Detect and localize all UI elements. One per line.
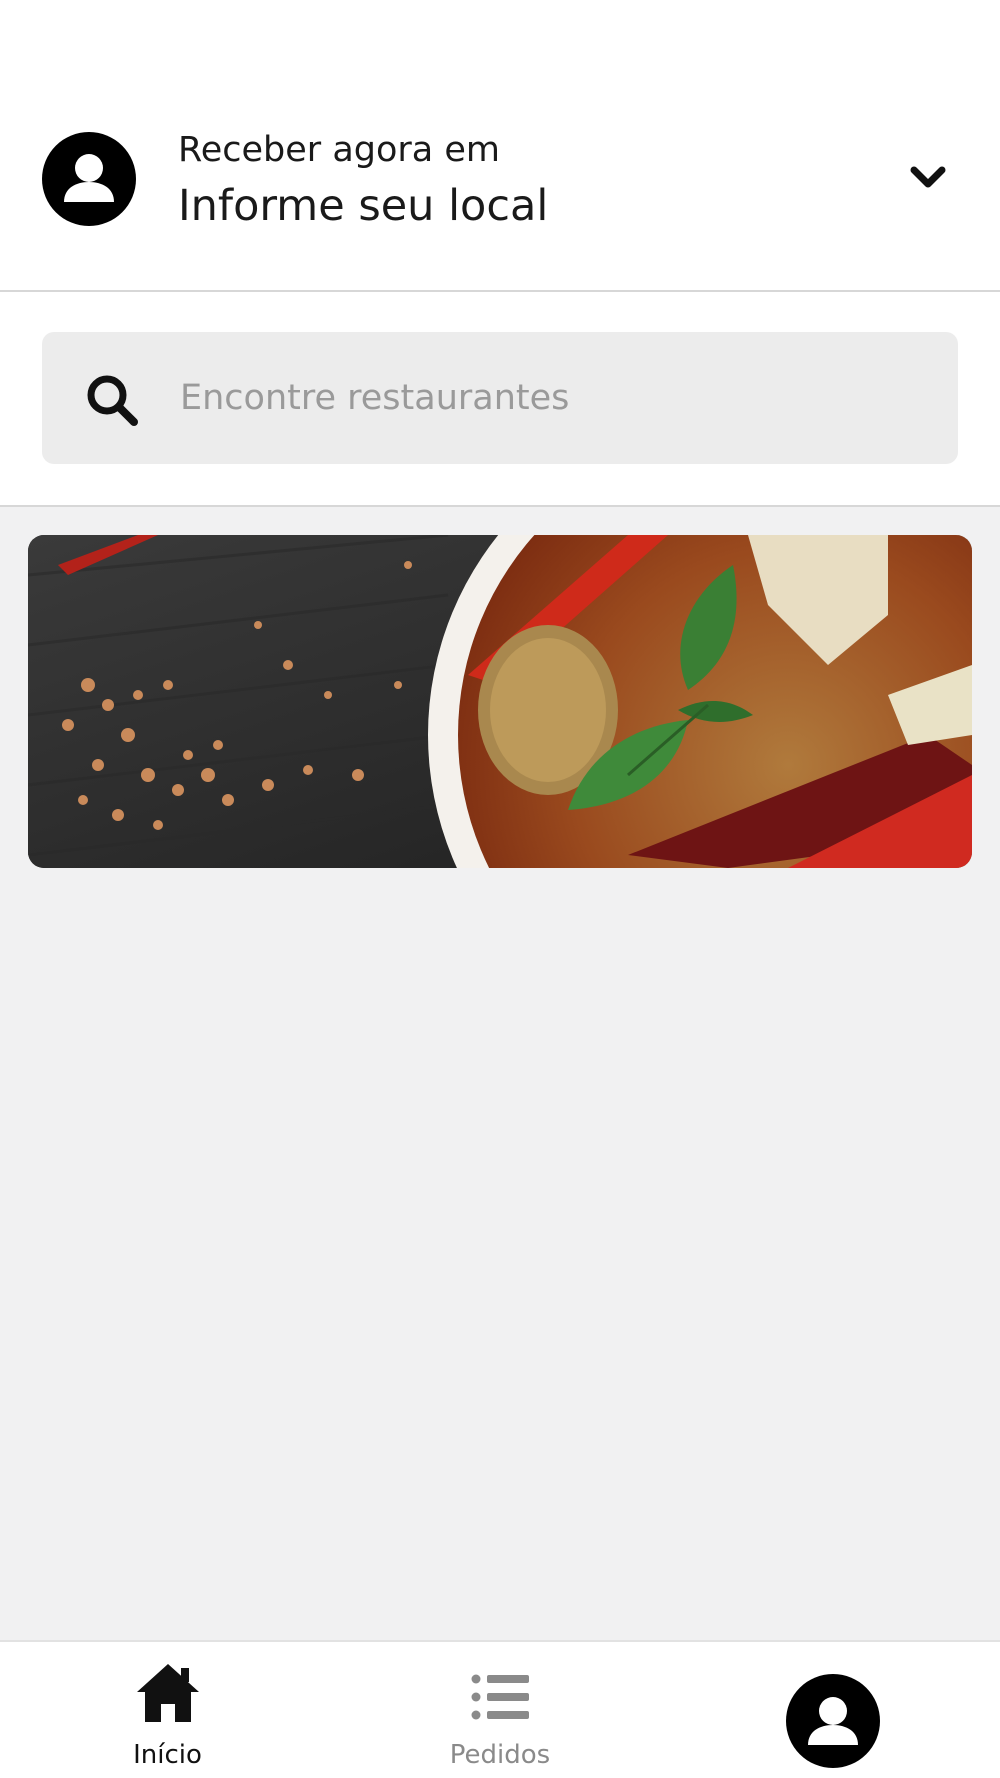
nav-label-inicio: Início <box>133 1740 202 1770</box>
app-screen: Receber agora em Informe seu local Encon… <box>0 0 1000 1778</box>
user-avatar-icon[interactable] <box>42 132 136 226</box>
search-input[interactable] <box>180 362 920 434</box>
location-text: Receber agora em Informe seu local <box>178 128 548 234</box>
location-value[interactable]: Informe seu local <box>178 178 548 234</box>
food-banner-image[interactable] <box>28 535 972 868</box>
location-selector[interactable]: Receber agora em Informe seu local <box>0 120 1000 240</box>
search-icon[interactable] <box>82 370 142 430</box>
search-bar[interactable] <box>42 332 958 464</box>
divider <box>0 290 1000 292</box>
nav-item-profile[interactable] <box>782 1642 882 1778</box>
home-icon[interactable] <box>135 1660 201 1724</box>
nav-item-pedidos[interactable]: Pedidos <box>420 1642 580 1778</box>
nav-label-pedidos: Pedidos <box>449 1740 551 1770</box>
bottom-navigation: Início Pedidos <box>0 1640 1000 1778</box>
chevron-down-icon[interactable] <box>906 160 950 196</box>
profile-avatar-icon[interactable] <box>786 1674 880 1768</box>
header-area: Receber agora em Informe seu local <box>0 0 1000 507</box>
delivery-label: Receber agora em <box>178 130 500 170</box>
nav-item-inicio[interactable]: Início <box>95 1642 240 1778</box>
list-icon[interactable] <box>471 1674 529 1720</box>
